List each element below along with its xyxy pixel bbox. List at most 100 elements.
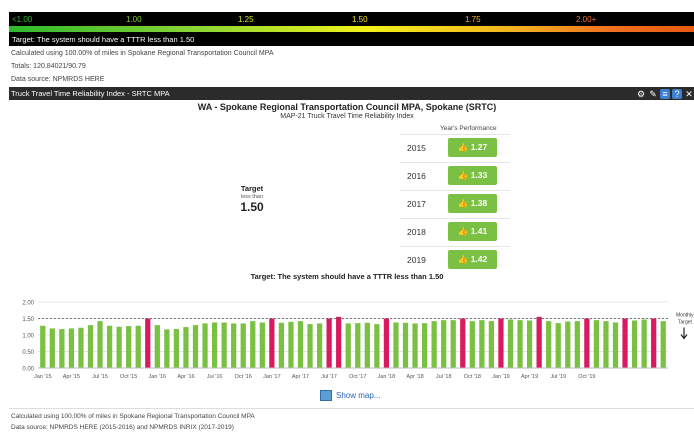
report-subtitle: MAP-21 Truck Travel Time Reliability Ind… [280, 113, 414, 120]
chart-bar [326, 318, 332, 368]
legend-label: 2.00+ [576, 15, 597, 24]
performance-value: 1.38 [470, 198, 488, 208]
chart-bar [231, 323, 237, 368]
performance-badge: 👍 1.41 [448, 222, 497, 241]
chart-bar [374, 324, 380, 368]
chart-bar [126, 326, 132, 368]
chart-bar [164, 329, 170, 368]
down-arrow-icon [680, 327, 688, 340]
chart-bar [479, 320, 485, 368]
panel-header: Truck Travel Time Reliability Index - SR… [9, 87, 694, 100]
totals-note: Totals: 120.84021/90.79 [11, 63, 86, 70]
target-label: Target [240, 184, 264, 193]
data-source-note: Data source: NPMRDS HERE [11, 76, 105, 83]
year-row-2017: 2017 👍 1.38 [400, 190, 510, 219]
chart-bar [565, 321, 571, 368]
x-tick-label: Apr '17 [292, 374, 309, 380]
chart-bar [68, 328, 75, 368]
x-tick-label: Jan '16 [149, 374, 167, 380]
chart-bar [288, 321, 294, 368]
chart-bar [584, 318, 590, 368]
x-tick-label: Jan '17 [263, 374, 281, 380]
year-label: 2015 [407, 143, 426, 153]
document-icon[interactable]: ≡ [660, 88, 670, 99]
chart-bar [202, 323, 208, 368]
chart-bar [631, 320, 638, 368]
chart-bar [240, 323, 246, 368]
x-tick-label: Jul '15 [92, 374, 108, 380]
chart-bar [278, 322, 285, 368]
show-map-label: Show map... [336, 391, 381, 400]
chart-bar [59, 329, 65, 368]
chart-bar [40, 325, 46, 368]
x-tick-label: Jan '19 [492, 374, 510, 380]
chart-bar [211, 322, 218, 368]
chart-bar [469, 321, 475, 368]
chart-target-caption: Target: The system should have a TTTR le… [250, 272, 444, 281]
x-tick-label: Oct '18 [464, 374, 481, 380]
y-tick-label: 1.50 [22, 317, 34, 323]
x-tick-label: Apr '18 [406, 374, 423, 380]
x-tick-label: Jan '15 [34, 374, 52, 380]
chart-bar [393, 322, 399, 368]
legend-label: 1.25 [238, 15, 254, 24]
legend-label: 1.50 [352, 15, 368, 24]
performance-value: 1.41 [470, 226, 488, 236]
x-tick-label: Oct '19 [578, 374, 595, 380]
chart-bar [402, 322, 409, 368]
chart-bar [441, 320, 447, 368]
x-tick-label: Apr '16 [177, 374, 194, 380]
chart-bar [622, 318, 628, 368]
chart-bar [421, 323, 428, 368]
footer-data-source: Data source: NPMRDS HERE (2015-2016) and… [11, 424, 234, 431]
x-tick-label: Jul '19 [550, 374, 566, 380]
chart-bar [116, 326, 122, 368]
pencil-icon[interactable]: ✎ [648, 89, 658, 99]
x-tick-label: Apr '15 [63, 374, 80, 380]
chart-bar [135, 325, 141, 368]
chart-bar [173, 329, 180, 368]
performance-value: 1.27 [470, 142, 488, 152]
chart-bar [536, 316, 542, 368]
y-tick-label: 0.50 [22, 350, 34, 356]
legend-label: <1.00 [12, 15, 33, 24]
chart-bar [603, 321, 609, 368]
year-row-2015: 2015 👍 1.27 [400, 134, 510, 163]
footer-calculated-note: Calculated using 100.00% of miles in Spo… [11, 413, 255, 420]
reliability-legend: <1.00 1.00 1.25 1.50 1.75 2.00+ [9, 12, 694, 34]
chart-bar [431, 321, 437, 368]
chart-bar [498, 318, 504, 368]
year-label: 2018 [407, 227, 426, 237]
x-tick-label: Jul '18 [436, 374, 452, 380]
year-label: 2017 [407, 199, 426, 209]
x-tick-label: Oct '17 [349, 374, 366, 380]
panel-toolbar: ⚙ ✎ ≡ ? ✕ [636, 88, 694, 99]
chart-bar [106, 325, 113, 368]
report-title: WA - Spokane Regional Transportation Cou… [197, 102, 497, 112]
chart-bar [316, 323, 323, 368]
chart-bar [297, 321, 304, 368]
chart-bar [651, 318, 657, 368]
help-icon[interactable]: ? [672, 88, 682, 99]
target-line-label: Target [678, 320, 693, 326]
target-line-label: Monthly [676, 313, 694, 319]
y-tick-label: 2.00 [22, 301, 34, 307]
chart-bar [221, 322, 227, 368]
target-banner: Target: The system should have a TTTR le… [9, 34, 694, 46]
x-tick-label: Apr '19 [521, 374, 538, 380]
panel-title: Truck Travel Time Reliability Index - SR… [11, 89, 170, 98]
performance-badge: 👍 1.38 [448, 194, 497, 213]
show-map-link[interactable]: Show map... [320, 390, 380, 401]
chart-bar [660, 321, 666, 368]
chart-bar [593, 320, 600, 368]
target-summary: Target less than 1.50 [232, 184, 272, 214]
close-icon[interactable]: ✕ [684, 89, 694, 99]
year-row-2018: 2018 👍 1.41 [400, 218, 510, 247]
legend-gradient [9, 26, 694, 32]
year-row-2016: 2016 👍 1.33 [400, 162, 510, 191]
chart-bar [192, 325, 199, 368]
chart-bar [488, 321, 495, 368]
target-value: 1.50 [240, 200, 264, 214]
gear-icon[interactable]: ⚙ [636, 89, 646, 99]
chart-bar [383, 318, 390, 368]
